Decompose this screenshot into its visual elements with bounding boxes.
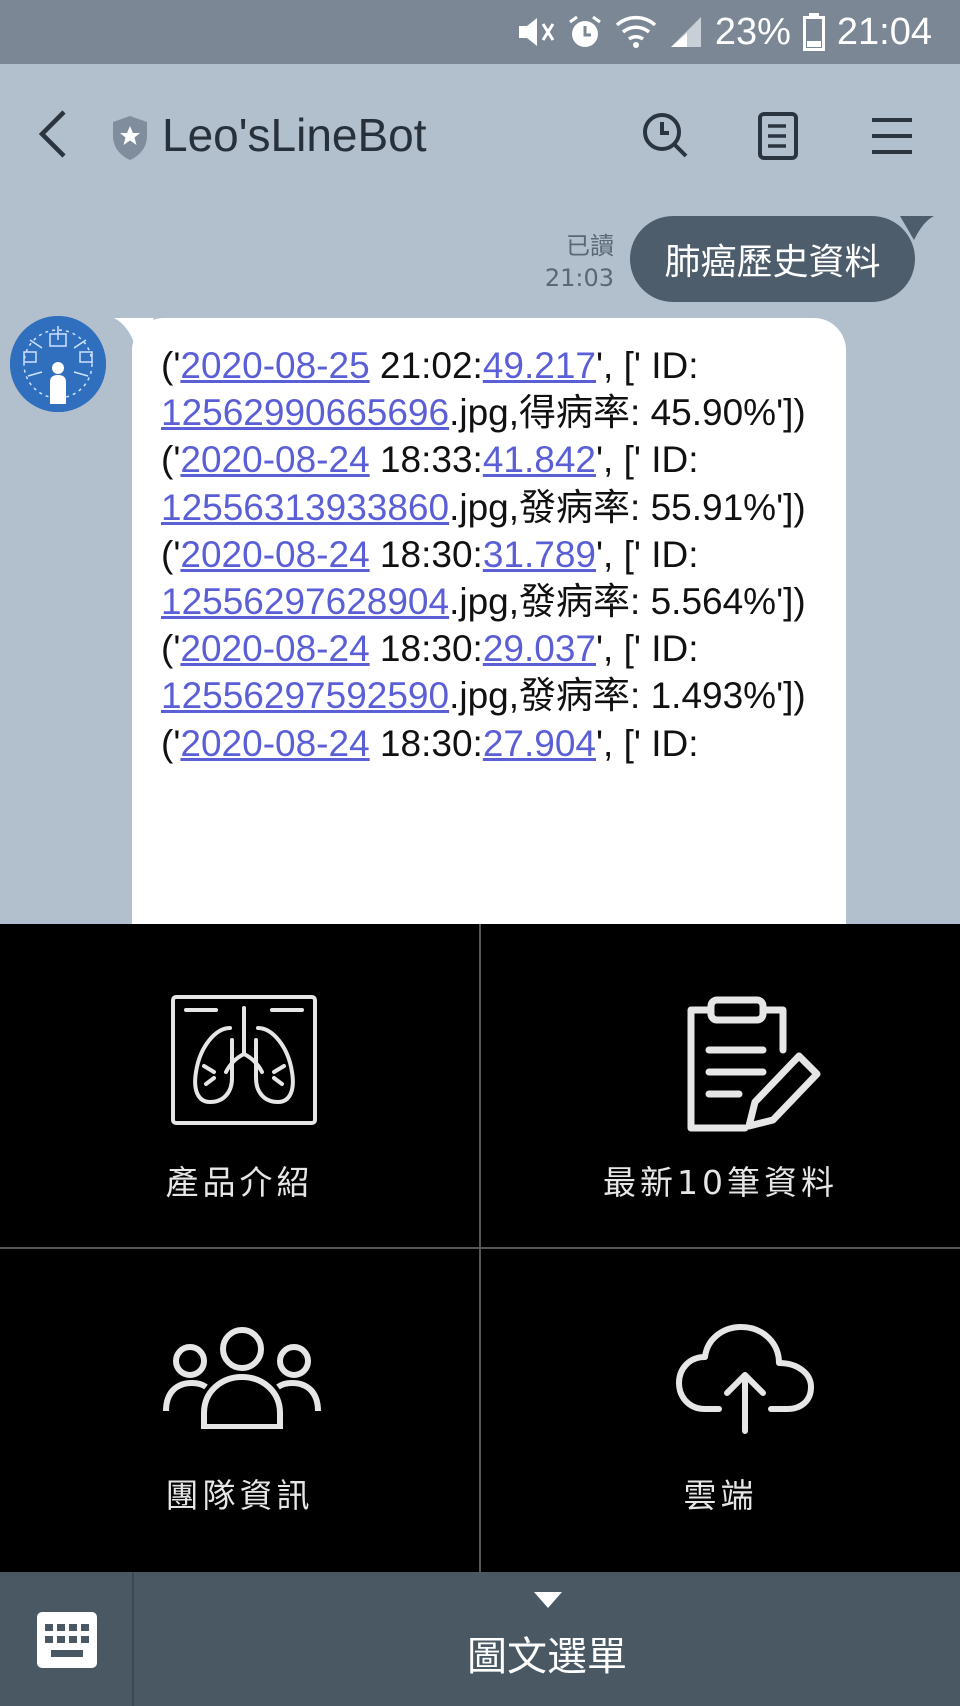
history-record: ('2020-08-24 18:30:31.789', [' ID: 12556… — [161, 533, 806, 623]
bottom-bar: 圖文選單 — [0, 1572, 960, 1706]
rate-label: .jpg,發病率: — [449, 581, 651, 623]
battery-icon — [802, 13, 825, 51]
rate-value: 5.564%']) — [650, 581, 806, 623]
record-time: 18:30: — [369, 533, 483, 575]
menu-item-latest-10[interactable]: 最新10筆資料 — [481, 924, 960, 1247]
record-time: 18:33: — [369, 439, 483, 481]
id-link[interactable]: 12556297592590 — [161, 675, 449, 716]
date-link[interactable]: 2020-08-24 — [180, 628, 369, 669]
rate-value: 45.90%']) — [650, 392, 806, 434]
avatar-icon — [10, 316, 106, 412]
notes-icon[interactable] — [752, 110, 804, 162]
seconds-link[interactable]: 49.217 — [483, 345, 596, 386]
collapse-menu-icon[interactable] — [534, 1592, 562, 1608]
menu-item-label: 團隊資訊 — [165, 1476, 314, 1515]
rich-menu-label[interactable]: 圖文選單 — [134, 1624, 960, 1682]
rich-menu: 產品介紹 最新10筆資料 團隊資訊 雲端 — [0, 924, 960, 1572]
id-link[interactable]: 12556297628904 — [161, 581, 449, 622]
record-time: 18:30: — [369, 722, 483, 764]
alarm-icon — [568, 15, 601, 47]
keyboard-toggle-button[interactable] — [0, 1572, 134, 1706]
date-link[interactable]: 2020-08-24 — [180, 723, 369, 764]
history-record: ('2020-08-24 18:30:29.037', [' ID: 12556… — [161, 628, 806, 717]
clock: 21:04 — [836, 10, 932, 53]
status-icons: 23% 21:04 — [515, 0, 932, 64]
rate-value: 55.91%']) — [650, 486, 806, 528]
history-record: ('2020-08-24 18:30:27.904', [' ID: — [161, 722, 699, 764]
record-separator: ', [' ID: — [595, 628, 699, 670]
record-time: 18:30: — [369, 628, 483, 670]
bubble-tail — [900, 216, 934, 240]
menu-item-cloud[interactable]: 雲端 — [481, 1249, 960, 1572]
wifi-icon — [615, 15, 657, 48]
rate-label: .jpg,得病率: — [449, 392, 651, 434]
back-icon[interactable] — [32, 104, 76, 164]
record-separator: ', [' ID: — [595, 533, 699, 575]
seconds-link[interactable]: 27.904 — [483, 723, 596, 764]
status-bar: 23% 21:04 — [0, 0, 960, 64]
read-receipt: 已讀 21:03 — [545, 230, 614, 294]
chat-title: Leo'sLineBot — [162, 109, 427, 161]
seconds-link[interactable]: 31.789 — [483, 534, 596, 575]
chat-area[interactable]: 已讀 21:03 肺癌歷史資料 ('2020-08-25 21:02:49.21… — [0, 210, 960, 924]
menu-item-label: 最新10筆資料 — [603, 1163, 838, 1202]
incoming-message[interactable]: ('2020-08-25 21:02:49.217', [' ID: 12562… — [132, 318, 846, 924]
history-record: ('2020-08-25 21:02:49.217', [' ID: 12562… — [161, 345, 806, 434]
menu-item-team-info[interactable]: 團隊資訊 — [0, 1249, 479, 1572]
seconds-link[interactable]: 29.037 — [483, 628, 596, 669]
chat-header: Leo'sLineBot — [0, 64, 960, 210]
record-separator: ', [' ID: — [595, 722, 699, 764]
cloud-upload-icon — [676, 1324, 814, 1434]
keyboard-icon — [37, 1612, 97, 1668]
seconds-link[interactable]: 41.842 — [483, 439, 596, 480]
date-link[interactable]: 2020-08-25 — [180, 345, 369, 386]
id-link[interactable]: 12562990665696 — [161, 392, 449, 433]
bot-avatar[interactable] — [10, 316, 106, 412]
clipboard-edit-icon — [687, 996, 821, 1132]
record-separator: ', [' ID: — [595, 345, 699, 386]
official-badge-icon — [113, 116, 147, 160]
record-separator: ', [' ID: — [595, 439, 699, 481]
menu-item-product-intro[interactable]: 產品介紹 — [0, 924, 479, 1247]
rate-value: 1.493%']) — [650, 675, 806, 717]
rate-label: .jpg,發病率: — [449, 486, 651, 528]
history-record: ('2020-08-24 18:33:41.842', [' ID: 12556… — [161, 439, 806, 528]
signal-icon — [670, 17, 701, 47]
lung-xray-icon — [171, 995, 317, 1125]
date-link[interactable]: 2020-08-24 — [180, 534, 369, 575]
menu-icon[interactable] — [866, 110, 918, 162]
outgoing-message[interactable]: 肺癌歷史資料 — [630, 216, 915, 302]
search-icon[interactable] — [640, 110, 692, 162]
mute-icon — [518, 18, 555, 46]
battery-percent: 23% — [714, 10, 791, 53]
message-time: 21:03 — [544, 264, 614, 292]
read-label: 已讀 — [566, 232, 614, 260]
date-link[interactable]: 2020-08-24 — [180, 439, 369, 480]
id-link[interactable]: 12556313933860 — [161, 487, 449, 528]
menu-item-label: 產品介紹 — [165, 1163, 314, 1202]
rate-label: .jpg,發病率: — [449, 675, 651, 717]
team-icon — [163, 1327, 321, 1429]
menu-item-label: 雲端 — [683, 1476, 758, 1515]
record-time: 21:02: — [369, 345, 483, 386]
